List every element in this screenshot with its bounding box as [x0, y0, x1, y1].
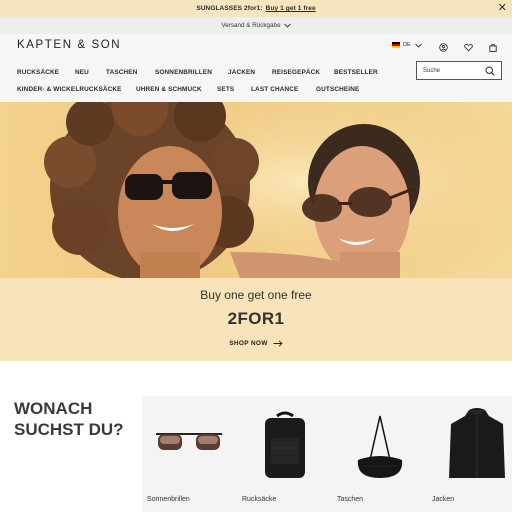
hero-tagline: Buy one get one free	[200, 288, 312, 302]
jacket-image	[449, 408, 505, 478]
category-label: Sonnenbrillen	[147, 496, 190, 503]
shop-now-link[interactable]: SHOP NOW	[0, 340, 512, 347]
account-icon[interactable]	[438, 42, 448, 52]
nav-item-taschen[interactable]: TASCHEN	[106, 69, 137, 76]
promo-link[interactable]: Buy 1 get 1 free	[266, 5, 316, 12]
promo-text: SUNGLASSES 2for1:	[196, 5, 263, 12]
chevron-down-icon	[414, 43, 422, 48]
nav-item-gutscheine[interactable]: GUTSCHEINE	[316, 86, 359, 93]
sunglasses-image	[156, 433, 222, 450]
shipping-bar[interactable]: Versand & Rückgabe	[0, 17, 512, 34]
nav-item-sonnenbrillen[interactable]: SONNENBRILLEN	[155, 69, 212, 76]
language-label: DE	[403, 42, 411, 48]
hero-text-band: Buy one get one free 2FOR1 SHOP NOW	[0, 278, 512, 361]
category-card-rucksaecke[interactable]: Rucksäcke	[237, 396, 329, 512]
nav-item-rucksaecke[interactable]: RUCKSÄCKE	[17, 69, 59, 76]
close-icon[interactable]: ✕	[498, 2, 507, 14]
category-grid: Sonnenbrillen Rucksäcke Taschen Jacken	[142, 396, 512, 512]
flag-de-icon	[392, 42, 400, 48]
search-input[interactable]: Suche	[416, 61, 502, 80]
nav-item-last-chance[interactable]: LAST CHANCE	[251, 86, 298, 93]
backpack-image	[265, 411, 305, 478]
nav-item-kinder-wickelrucksaecke[interactable]: KINDER- & WICKELRUCKSÄCKE	[17, 86, 122, 93]
nav-item-jacken[interactable]: JACKEN	[228, 69, 255, 76]
hero-banner[interactable]	[0, 102, 512, 278]
nav-item-uhren-schmuck[interactable]: UHREN & SCHMUCK	[136, 86, 202, 93]
category-card-taschen[interactable]: Taschen	[332, 396, 424, 512]
search-icon[interactable]	[485, 66, 495, 76]
site-header: KAPTEN & SON DE RUCKSÄCKE NEU TASCHEN SO…	[0, 34, 512, 102]
category-label: Jacken	[432, 496, 455, 503]
bag-icon[interactable]	[488, 42, 498, 52]
language-selector[interactable]: DE	[392, 42, 422, 48]
chevron-down-icon	[283, 23, 291, 28]
nav-item-bestseller[interactable]: BESTSELLER	[334, 69, 378, 76]
hero-image	[0, 102, 512, 278]
logo[interactable]: KAPTEN & SON	[17, 39, 121, 51]
category-card-sonnenbrillen[interactable]: Sonnenbrillen	[142, 396, 234, 512]
category-card-jacken[interactable]: Jacken	[427, 396, 512, 512]
shipping-text: Versand & Rückgabe	[221, 22, 281, 29]
arrow-right-icon	[273, 340, 283, 347]
category-title-line-1: WONACH	[14, 399, 93, 418]
category-title-line-2: SUCHST DU?	[14, 420, 124, 439]
heart-icon[interactable]	[463, 42, 473, 52]
search-placeholder: Suche	[423, 67, 441, 74]
category-label: Rucksäcke	[242, 496, 277, 503]
category-label: Taschen	[337, 496, 364, 503]
nav-item-sets[interactable]: SETS	[217, 86, 234, 93]
shop-now-label: SHOP NOW	[229, 340, 268, 348]
hero-promo-code: 2FOR1	[227, 309, 285, 328]
nav-item-neu[interactable]: NEU	[75, 69, 89, 76]
nav-item-reisegepaeck[interactable]: REISEGEPÄCK	[272, 69, 320, 76]
category-section-title: WONACH SUCHST DU?	[14, 398, 139, 440]
bag-image	[357, 415, 403, 478]
promo-bar: SUNGLASSES 2for1: Buy 1 get 1 free ✕	[0, 0, 512, 17]
